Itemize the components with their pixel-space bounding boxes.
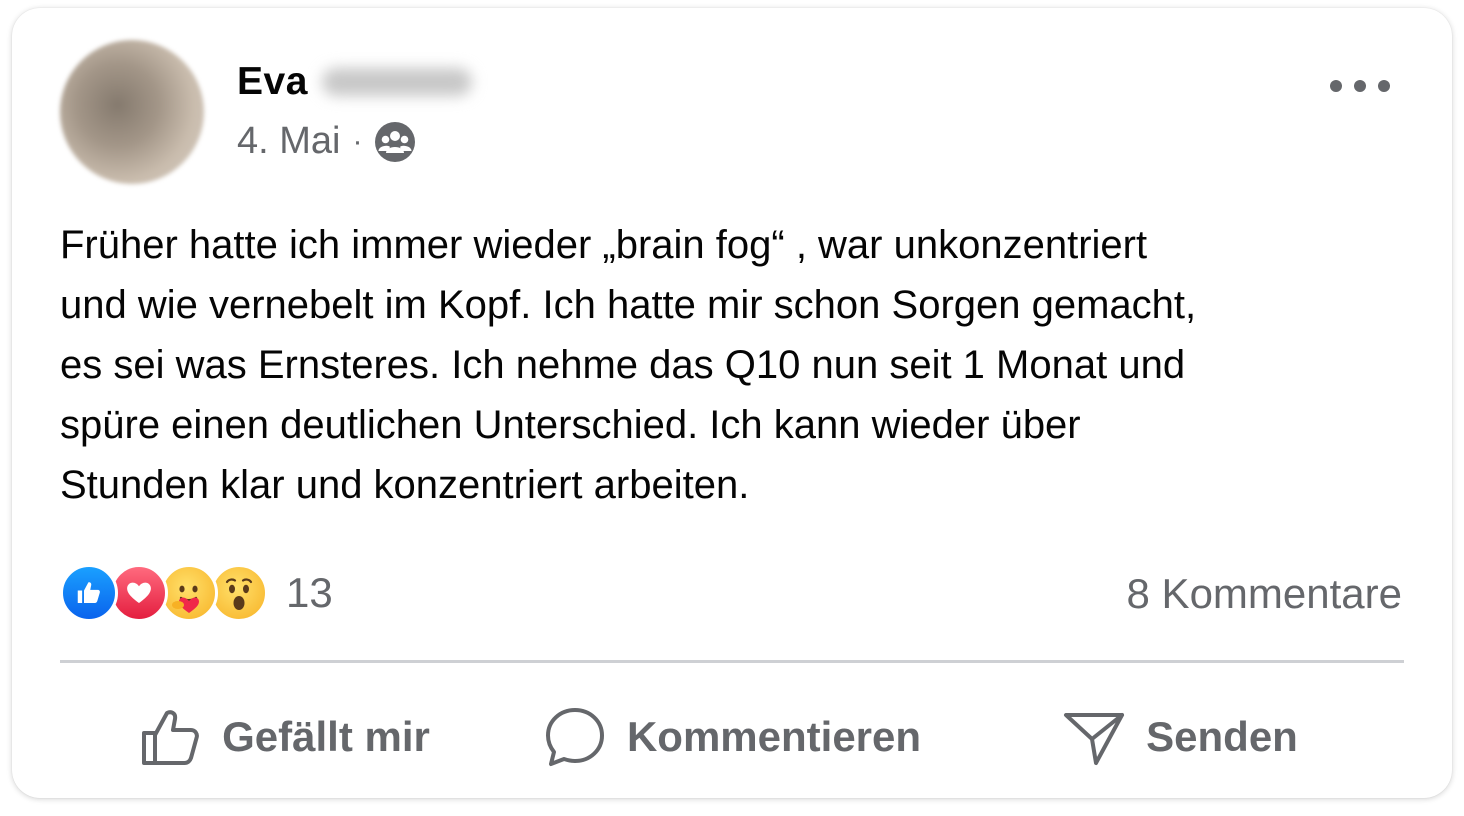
wow-reaction-icon	[210, 564, 268, 622]
author-row: Eva	[237, 60, 472, 104]
send-button[interactable]: Senden	[956, 694, 1404, 780]
more-horizontal-icon-dot	[1378, 80, 1390, 92]
care-reaction-icon	[160, 564, 218, 622]
author-name[interactable]: Eva	[237, 60, 308, 104]
comments-count-link[interactable]: 8 Kommentare	[1127, 570, 1402, 618]
post-text: Früher hatte ich immer wieder „brain fog…	[60, 223, 1197, 507]
friends-group-icon	[374, 121, 416, 163]
reactions-summary[interactable]: 13	[60, 564, 333, 622]
more-horizontal-icon	[1330, 80, 1342, 92]
comment-button-label: Kommentieren	[626, 713, 922, 760]
more-options-button[interactable]	[1330, 66, 1390, 106]
send-icon	[1064, 713, 1125, 765]
send-button-label: Senden	[1146, 713, 1298, 760]
action-bar: Gefällt mir Kommentieren Senden	[60, 694, 1404, 780]
reaction-count: 13	[286, 569, 333, 616]
author-surname-redacted	[321, 68, 472, 96]
like-button[interactable]: Gefällt mir	[60, 694, 508, 780]
comment-bubble-icon	[545, 708, 604, 766]
post-card: Eva 4. Mai · Früher hatte ich immer wied…	[12, 8, 1452, 798]
post-meta: 4. Mai ·	[237, 120, 416, 163]
comment-button[interactable]: Kommentieren	[508, 694, 956, 780]
like-reaction-icon	[60, 564, 118, 622]
thumbs-up-icon	[142, 710, 199, 765]
divider	[60, 660, 1404, 663]
meta-separator: ·	[352, 124, 363, 158]
like-button-label: Gefällt mir	[222, 713, 430, 760]
post-date[interactable]: 4. Mai	[237, 120, 340, 163]
love-reaction-icon	[110, 564, 168, 622]
more-horizontal-icon-dot	[1354, 80, 1366, 92]
avatar[interactable]	[60, 40, 204, 184]
